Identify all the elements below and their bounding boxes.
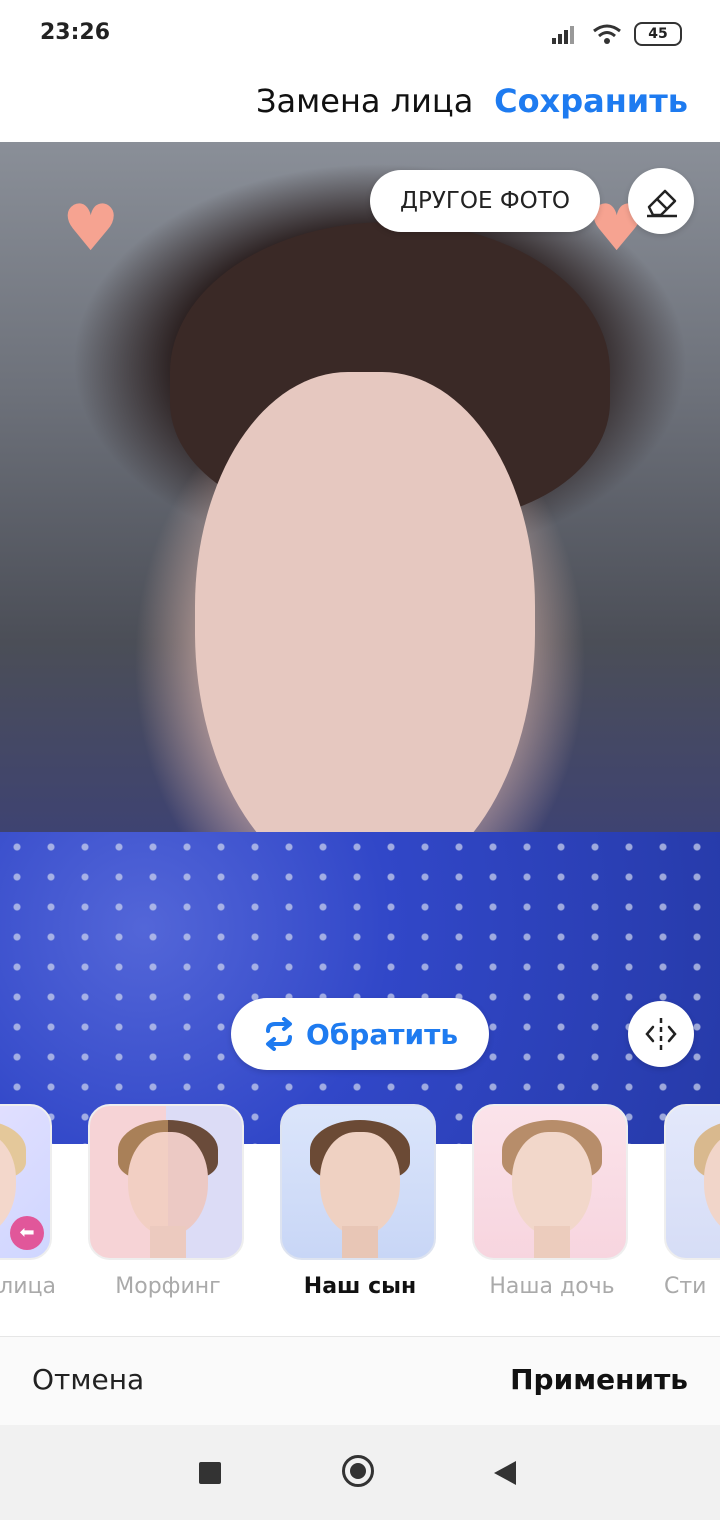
back-icon[interactable] [494, 1461, 516, 1485]
preset-label: Сти [664, 1274, 707, 1299]
preset-thumbnail [88, 1104, 244, 1260]
preset-thumbnail [664, 1104, 720, 1260]
preset-label: лица [0, 1274, 56, 1299]
status-time: 23:26 [40, 20, 111, 45]
preset-thumbnail [280, 1104, 436, 1260]
cancel-button[interactable]: Отмена [32, 1363, 144, 1396]
preset-carousel[interactable]: ⬅ лица Морфинг Наш сын Наша дочь Сти [0, 1100, 720, 1320]
home-icon[interactable] [342, 1455, 374, 1487]
other-photo-button[interactable]: ДРУГОЕ ФОТО [370, 170, 600, 232]
save-button[interactable]: Сохранить [494, 82, 688, 120]
system-nav-bar [0, 1425, 720, 1520]
flip-label: Обратить [305, 1017, 459, 1051]
footer: Отмена Применить [0, 1337, 720, 1425]
status-bar: 23:26 45 [0, 0, 720, 70]
photo-preview[interactable]: ♥ ♥ [0, 142, 720, 1144]
preset-our-son[interactable]: Наш сын [280, 1104, 440, 1304]
preset-our-daughter[interactable]: Наша дочь [472, 1104, 632, 1304]
preset-label: Наш сын [303, 1274, 417, 1299]
badge-icon: ⬅ [10, 1216, 44, 1250]
recents-icon[interactable] [199, 1462, 221, 1484]
preset-style[interactable]: Сти [664, 1104, 720, 1304]
preset-label: Морфинг [115, 1274, 221, 1299]
eraser-icon [647, 189, 677, 218]
preset-morphing[interactable]: Морфинг [88, 1104, 248, 1304]
swap-icon [265, 1017, 292, 1051]
compare-button[interactable] [628, 1001, 694, 1067]
status-icons: 45 [552, 22, 682, 46]
preset-label: Наша дочь [489, 1274, 615, 1299]
shirt-pattern [0, 832, 720, 1144]
compare-icon [645, 1018, 677, 1050]
face [195, 372, 535, 892]
preset-thumbnail: ⬅ [0, 1104, 52, 1260]
header: Замена лица Сохранить [0, 70, 720, 142]
wifi-icon [593, 24, 621, 44]
flip-button[interactable]: Обратить [231, 998, 489, 1070]
signal-icon [552, 26, 574, 44]
preset-thumbnail [472, 1104, 628, 1260]
heart-sticker-icon: ♥ [62, 192, 120, 266]
preset-face-swap[interactable]: ⬅ лица [0, 1104, 56, 1304]
battery-icon: 45 [634, 22, 682, 46]
apply-button[interactable]: Применить [510, 1363, 688, 1396]
page-title: Замена лица [256, 82, 474, 120]
eraser-button[interactable] [628, 168, 694, 234]
